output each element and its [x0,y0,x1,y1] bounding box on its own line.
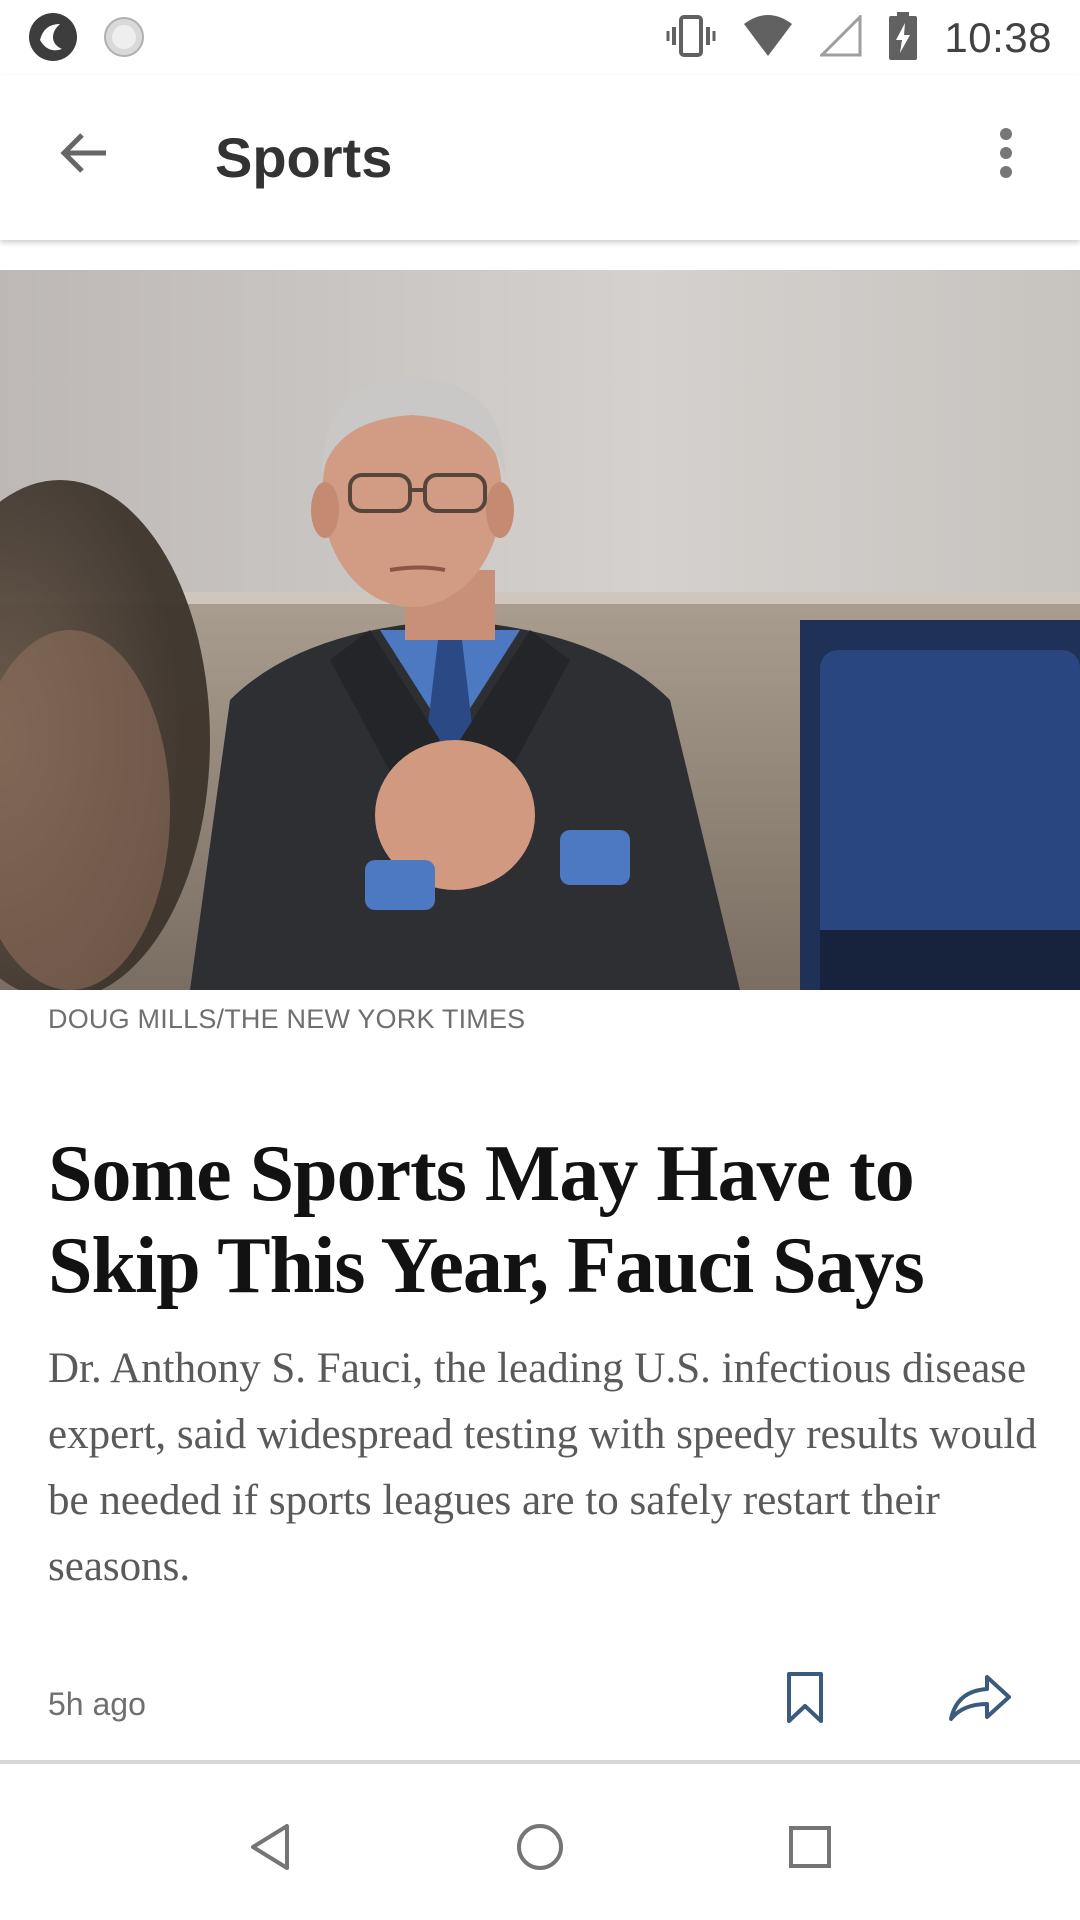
article-summary[interactable]: Dr. Anthony S. Fauci, the leading U.S. i… [48,1336,1038,1600]
nav-home-button[interactable] [490,1804,590,1894]
loading-icon [102,15,146,64]
card-divider [0,1760,1080,1764]
app-logo-icon [26,10,80,69]
vibrate-icon [666,11,716,66]
bookmark-button[interactable] [770,1660,840,1740]
cell-signal-icon [818,12,862,62]
bookmark-icon [785,1671,825,1730]
article-headline[interactable]: Some Sports May Have to Skip This Year, … [48,1128,1038,1312]
content-area[interactable]: DOUG MILLS/THE NEW YORK TIMES Some Sport… [0,240,1080,1780]
share-button[interactable] [935,1660,1025,1740]
back-button[interactable] [44,115,124,195]
more-vert-icon [996,126,1016,185]
clock: 10:38 [944,14,1052,61]
arrow-back-icon [58,127,110,184]
nav-recents-button[interactable] [760,1804,860,1894]
wifi-icon [742,14,794,63]
article-photo[interactable] [0,270,1080,990]
photo-credit: DOUG MILLS/THE NEW YORK TIMES [48,1004,526,1034]
nav-back-icon [247,1822,293,1877]
article-card[interactable]: DOUG MILLS/THE NEW YORK TIMES Some Sport… [0,270,1080,1760]
nav-recents-icon [787,1824,833,1875]
nav-home-icon [515,1822,565,1877]
page-title: Sports [215,126,393,189]
article-footer: 5h ago [0,1660,1080,1750]
share-icon [947,1673,1013,1728]
status-bar: 10:38 [0,0,1080,75]
article-timestamp: 5h ago [48,1686,146,1722]
system-nav-bar [0,1780,1080,1920]
app-bar: Sports [0,75,1080,240]
battery-charging-icon [888,11,918,66]
more-options-button[interactable] [966,115,1046,195]
nav-back-button[interactable] [220,1804,320,1894]
